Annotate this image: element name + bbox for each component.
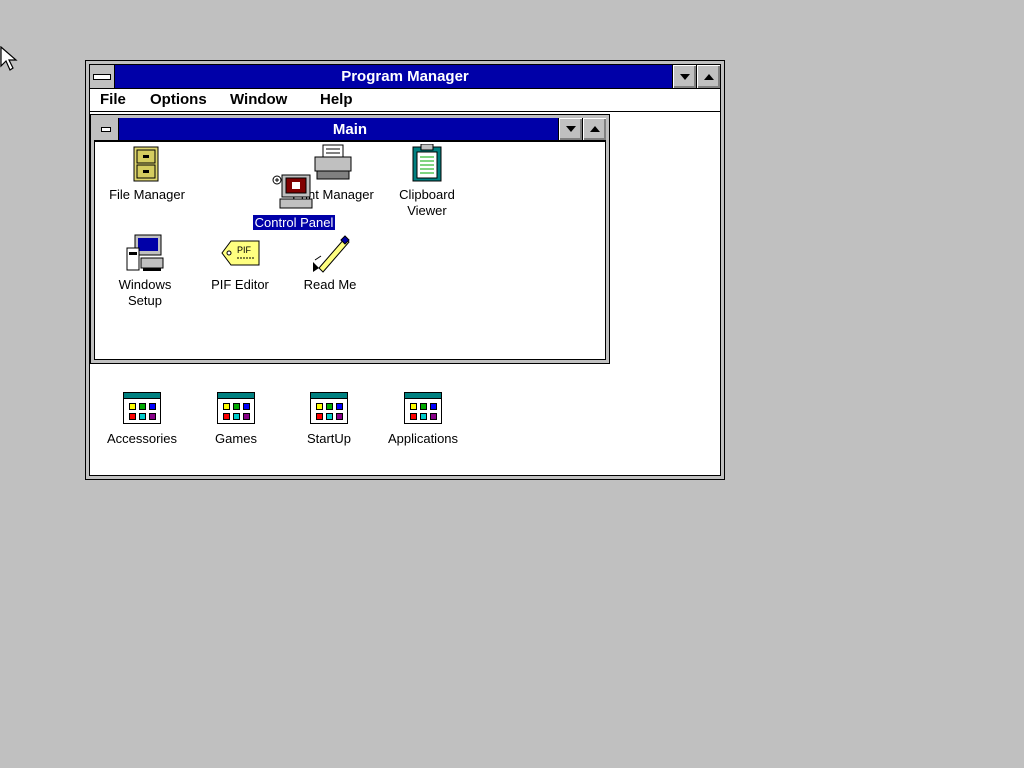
minimize-button[interactable] <box>672 65 696 88</box>
pen-readme-icon <box>313 235 350 273</box>
printer-icon <box>314 144 352 180</box>
label-clipboard-viewer: Clipboard Viewer <box>399 187 455 218</box>
group-label-games: Games <box>215 431 257 446</box>
label-windows-setup: Windows Setup <box>118 277 172 308</box>
program-group-icon <box>404 392 442 424</box>
label-control-panel-text: Control Panel <box>252 215 336 230</box>
label-read-me: Read Me <box>303 277 357 292</box>
svg-text:PIF: PIF <box>237 245 252 255</box>
menu-window[interactable]: Window <box>230 91 287 108</box>
main-title: Main <box>332 120 368 138</box>
group-label-startup: StartUp <box>306 431 352 446</box>
menu-file[interactable]: File <box>100 91 126 108</box>
mouse-cursor-icon <box>0 46 18 71</box>
menu-options[interactable]: Options <box>150 91 207 108</box>
group-label-accessories: Accessories <box>106 431 178 446</box>
minimize-arrow-icon <box>679 73 690 80</box>
menu-help[interactable]: Help <box>320 91 353 108</box>
maximize-arrow-icon <box>703 73 714 80</box>
pif-tag-icon: PIF <box>221 240 260 266</box>
control-panel-icon <box>272 174 313 209</box>
group-label-applications: Applications <box>387 431 459 446</box>
main-group-client: File Manager Print Manager Clipboard Vie… <box>94 141 606 360</box>
clipboard-icon <box>412 144 442 182</box>
main-maximize-button[interactable] <box>582 118 606 140</box>
maximize-button[interactable] <box>696 65 720 88</box>
file-cabinet-icon <box>133 146 159 182</box>
main-minimize-button[interactable] <box>558 118 582 140</box>
label-pif-editor: PIF Editor <box>211 277 269 292</box>
program-group-icon <box>310 392 348 424</box>
program-group-icon <box>123 392 161 424</box>
computer-setup-icon <box>126 234 164 271</box>
program-group-icon <box>217 392 255 424</box>
label-control-panel: Control Panel <box>251 215 337 231</box>
program-manager-titlebar[interactable]: Program Manager <box>90 65 720 89</box>
menu-bar: File Options Window Help <box>90 89 720 112</box>
minimize-arrow-icon <box>565 126 576 132</box>
main-group-window[interactable]: Main File Manager Print Manager Clipboar… <box>90 114 610 364</box>
main-titlebar[interactable]: Main <box>94 118 606 141</box>
label-file-manager: File Manager <box>109 187 185 202</box>
maximize-arrow-icon <box>589 126 600 132</box>
program-manager-title: Program Manager <box>341 68 469 85</box>
